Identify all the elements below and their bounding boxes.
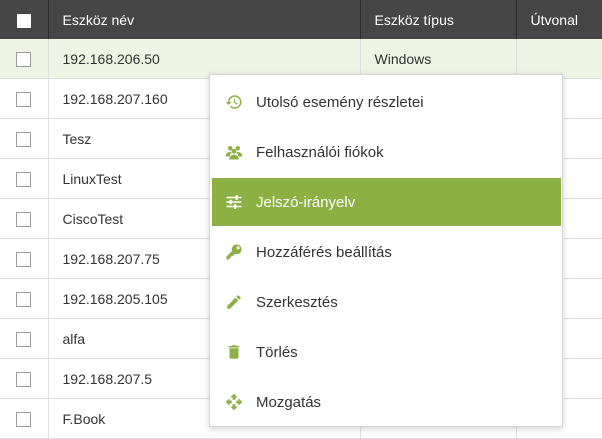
row-checkbox-cell[interactable] [0, 158, 49, 199]
select-all-checkbox-cell[interactable] [0, 0, 49, 39]
menu-item-label: Hozzáférés beállítás [256, 243, 392, 261]
column-header-path[interactable]: Útvonal [516, 0, 602, 39]
row-checkbox[interactable] [16, 51, 32, 67]
select-all-checkbox[interactable] [16, 13, 31, 28]
device-name-cell[interactable]: 192.168.206.50 [48, 39, 361, 79]
row-checkbox[interactable] [16, 251, 32, 267]
menu-item-move[interactable]: Mozgatás [212, 378, 561, 426]
row-checkbox-cell[interactable] [0, 358, 49, 399]
column-header-device-type[interactable]: Eszköz típus [360, 0, 517, 39]
move-icon [224, 392, 244, 412]
key-icon [224, 242, 244, 262]
context-menu: Utolsó esemény részletei Felhasználói fi… [209, 74, 563, 427]
row-checkbox-cell[interactable] [0, 118, 49, 159]
menu-item-edit[interactable]: Szerkesztés [212, 278, 561, 326]
users-icon [224, 142, 244, 162]
menu-item-password-policy[interactable]: Jelszó-irányelv [212, 178, 561, 226]
row-checkbox-cell[interactable] [0, 318, 49, 359]
path-cell [516, 39, 602, 79]
history-icon [224, 92, 244, 112]
row-checkbox[interactable] [16, 331, 32, 347]
table-header-row: Eszköz név Eszköz típus Útvonal [0, 0, 602, 39]
menu-item-label: Szerkesztés [256, 293, 338, 311]
trash-icon [224, 342, 244, 362]
menu-item-label: Mozgatás [256, 393, 322, 411]
menu-item-label: Törlés [256, 343, 298, 361]
row-checkbox-cell[interactable] [0, 398, 49, 439]
row-checkbox[interactable] [16, 411, 32, 427]
row-checkbox[interactable] [16, 211, 32, 227]
menu-item-user-accounts[interactable]: Felhasználói fiókok [212, 128, 561, 176]
row-checkbox-cell[interactable] [0, 39, 49, 79]
menu-item-label: Jelszó-irányelv [256, 193, 356, 211]
row-checkbox[interactable] [16, 171, 32, 187]
menu-item-access-settings[interactable]: Hozzáférés beállítás [212, 228, 561, 276]
sliders-icon [224, 192, 244, 212]
menu-item-label: Felhasználói fiókok [256, 143, 384, 161]
row-checkbox-cell[interactable] [0, 278, 49, 319]
pencil-icon [224, 292, 244, 312]
row-checkbox-cell[interactable] [0, 198, 49, 239]
row-checkbox-cell[interactable] [0, 238, 49, 279]
row-checkbox[interactable] [16, 291, 32, 307]
column-header-device-name[interactable]: Eszköz név [48, 0, 361, 39]
device-type-cell: Windows [360, 39, 517, 79]
menu-item-label: Utolsó esemény részletei [256, 93, 424, 111]
row-checkbox[interactable] [16, 131, 32, 147]
row-checkbox[interactable] [16, 91, 32, 107]
row-checkbox-cell[interactable] [0, 78, 49, 119]
menu-item-delete[interactable]: Törlés [212, 328, 561, 376]
table-row[interactable]: 192.168.206.50 Windows [0, 39, 602, 79]
menu-item-last-event-details[interactable]: Utolsó esemény részletei [212, 78, 561, 126]
row-checkbox[interactable] [16, 371, 32, 387]
